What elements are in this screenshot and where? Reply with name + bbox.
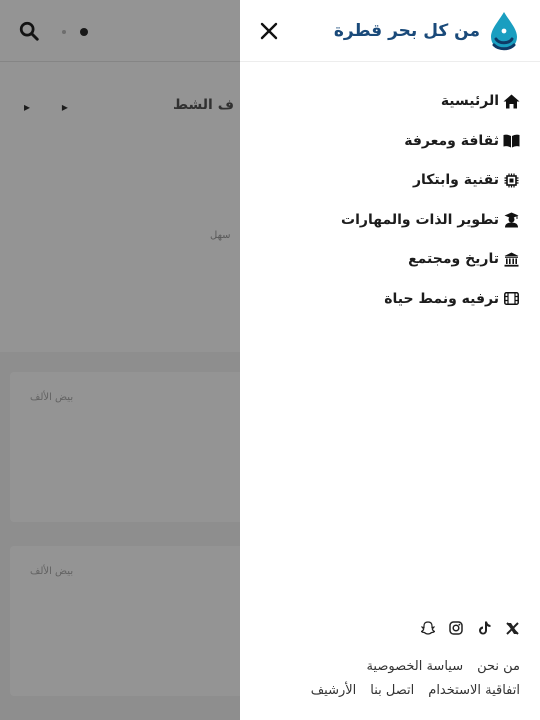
menu-label: تطوير الذات والمهارات [341, 211, 499, 228]
close-icon[interactable] [258, 20, 280, 42]
footer-link-contact[interactable]: اتصل بنا [370, 683, 414, 698]
social-links [420, 620, 520, 636]
snapchat-icon[interactable] [420, 620, 436, 636]
footer-link-privacy[interactable]: سياسة الخصوصية [366, 659, 463, 674]
menu-label: تاريخ ومجتمع [408, 251, 499, 268]
main-menu: الرئيسية ثقافة ومعرفة تقنية وابتكار تطوي… [260, 88, 520, 326]
footer-link-terms[interactable]: اتفاقية الاستخدام [428, 683, 520, 698]
menu-label: ترفيه ونمط حياة [384, 290, 499, 307]
menu-item-history[interactable]: تاريخ ومجتمع [260, 246, 520, 272]
chip-icon [502, 171, 520, 189]
instagram-icon[interactable] [448, 620, 464, 636]
menu-item-home[interactable]: الرئيسية [260, 88, 520, 114]
menu-label: ثقافة ومعرفة [404, 132, 499, 149]
home-icon [502, 92, 520, 110]
tiktok-icon[interactable] [476, 620, 492, 636]
graduate-icon [502, 211, 520, 229]
menu-label: الرئيسية [440, 93, 499, 109]
footer-link-archive[interactable]: الأرشيف [311, 683, 357, 698]
footer-row: من نحن سياسة الخصوصية [260, 654, 520, 678]
footer-link-about[interactable]: من نحن [477, 659, 520, 674]
footer-row: اتفاقية الاستخدام اتصل بنا الأرشيف [260, 678, 520, 702]
drawer-header: من كل بحر قطرة [240, 0, 540, 62]
nav-drawer: من كل بحر قطرة الرئيسية ثقافة ومعرفة تقن… [240, 0, 540, 720]
x-icon[interactable] [504, 620, 520, 636]
menu-item-entertainment[interactable]: ترفيه ونمط حياة [260, 286, 520, 312]
book-icon [502, 132, 520, 150]
menu-label: تقنية وابتكار [412, 172, 499, 189]
menu-item-self-dev[interactable]: تطوير الذات والمهارات [260, 207, 520, 233]
site-logo[interactable]: من كل بحر قطرة [334, 10, 520, 52]
drop-icon [491, 12, 517, 51]
landmark-icon [502, 250, 520, 268]
logo-text: من كل بحر قطرة [333, 21, 480, 41]
menu-item-tech[interactable]: تقنية وابتكار [260, 167, 520, 193]
footer-links: من نحن سياسة الخصوصية اتفاقية الاستخدام … [260, 654, 520, 702]
menu-item-culture[interactable]: ثقافة ومعرفة [260, 128, 520, 154]
film-icon [502, 290, 520, 308]
